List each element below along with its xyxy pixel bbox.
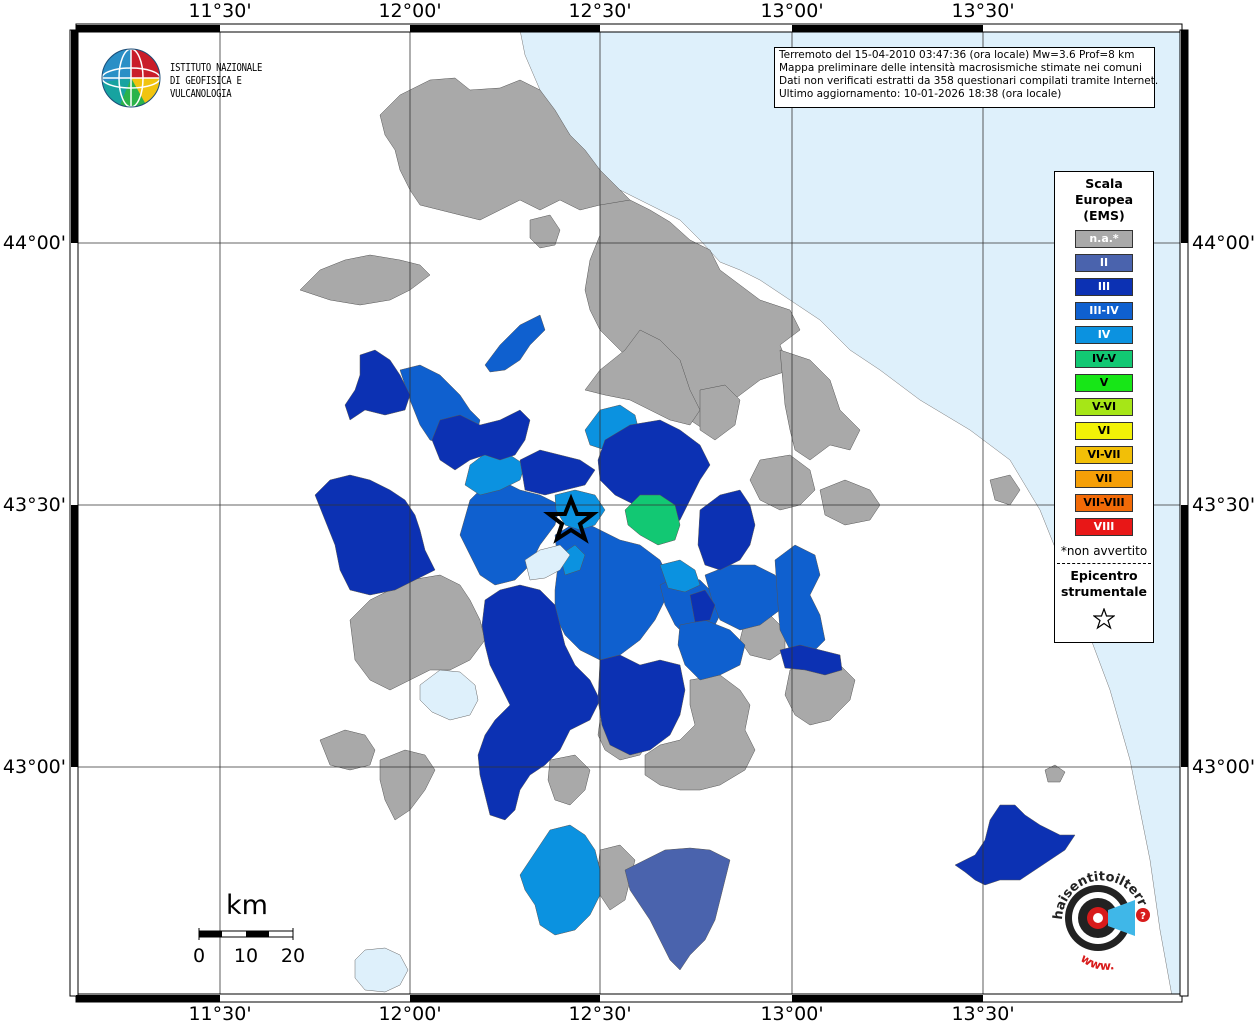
legend-item: VII-VIII [1075,494,1133,512]
lat-label-right: 44°00' [1192,232,1256,254]
haisentito-www-text: www. [1078,951,1115,973]
lon-label-top: 11°30' [188,0,252,22]
event-info-line: Dati non verificati estratti da 358 ques… [779,75,1159,87]
legend-epicenter-line: strumentale [1060,584,1148,599]
ingv-logo-text: ISTITUTO NAZIONALE DI GEOFISICA E VULCAN… [170,62,298,101]
lat-label-right: 43°30' [1192,494,1256,516]
ingv-logo-line1: ISTITUTO NAZIONALE [170,62,263,74]
lon-label-top: 12°00' [378,0,442,22]
lon-label-bottom: 11°30' [188,1003,252,1025]
svg-text:www.: www. [1078,951,1115,973]
lon-label-top: 12°30' [568,0,632,22]
lon-label-top: 13°00' [760,0,824,22]
lon-label-bottom: 12°30' [568,1003,632,1025]
lon-label-bottom: 13°00' [760,1003,824,1025]
legend-item: III [1075,278,1133,296]
ingv-globe-icon [101,48,161,108]
legend-item: VI-VII [1075,446,1133,464]
scale-tick-label: 20 [280,945,306,967]
legend-title-line: Europea [1074,192,1134,207]
legend-item: IV-V [1075,350,1133,368]
lat-label-left: 43°30' [2,494,66,516]
event-info-line: Mappa preliminare delle intensità macros… [779,62,1142,74]
legend-note: *non avvertito [1060,544,1148,558]
legend-item: V [1075,374,1133,392]
lon-label-bottom: 13°30' [951,1003,1015,1025]
lat-label-left: 44°00' [2,232,66,254]
haisentito-target-icon: ? haisentitoilterremoto.it www. [1040,860,1150,973]
ingv-logo-line2: DI GEOFISICA E VULCANOLOGIA [170,75,242,100]
legend-title-line: (EMS) [1083,208,1125,223]
legend-divider [1057,563,1151,564]
legend-epicenter-label: Epicentro strumentale [1055,568,1153,600]
legend-item: n.a.* [1075,230,1133,248]
lat-label-right: 43°00' [1192,756,1256,778]
legend-title: Scala Europea (EMS) [1055,176,1153,224]
lon-label-bottom: 12°00' [378,1003,442,1025]
star-icon [1093,608,1115,630]
legend-item: VII [1075,470,1133,488]
ems-legend: Scala Europea (EMS) n.a.* II III III-IV IV IV… [1054,171,1154,643]
legend-item: III-IV [1075,302,1133,320]
scale-unit: km [226,890,268,921]
legend-item: V-VI [1075,398,1133,416]
legend-items: n.a.* II III III-IV IV IV-V V V-VI VI VI-VII VII VI… [1055,230,1153,536]
event-info-box: Terremoto del 15-04-2010 03:47:36 (ora l… [774,47,1159,108]
haisentito-logo: ? haisentitoilterremoto.it www. [1040,860,1175,980]
ingv-logo: ISTITUTO NAZIONALE DI GEOFISICA E VULCAN… [100,47,320,111]
legend-item: IV [1075,326,1133,344]
lon-label-top: 13°30' [951,0,1015,22]
scale-tick-label: 0 [192,945,206,967]
legend-title-line: Scala [1085,176,1123,191]
legend-item: VI [1075,422,1133,440]
event-info-line: Terremoto del 15-04-2010 03:47:36 (ora l… [779,49,1135,61]
legend-item: II [1075,254,1133,272]
event-info-line: Ultimo aggiornamento: 10-01-2026 18:38 (… [779,88,1062,100]
scale-tick-label: 10 [233,945,259,967]
legend-epicenter-line: Epicentro [1070,568,1138,583]
lat-label-left: 43°00' [2,756,66,778]
legend-item: VIII [1075,518,1133,536]
svg-text:?: ? [1140,911,1146,922]
